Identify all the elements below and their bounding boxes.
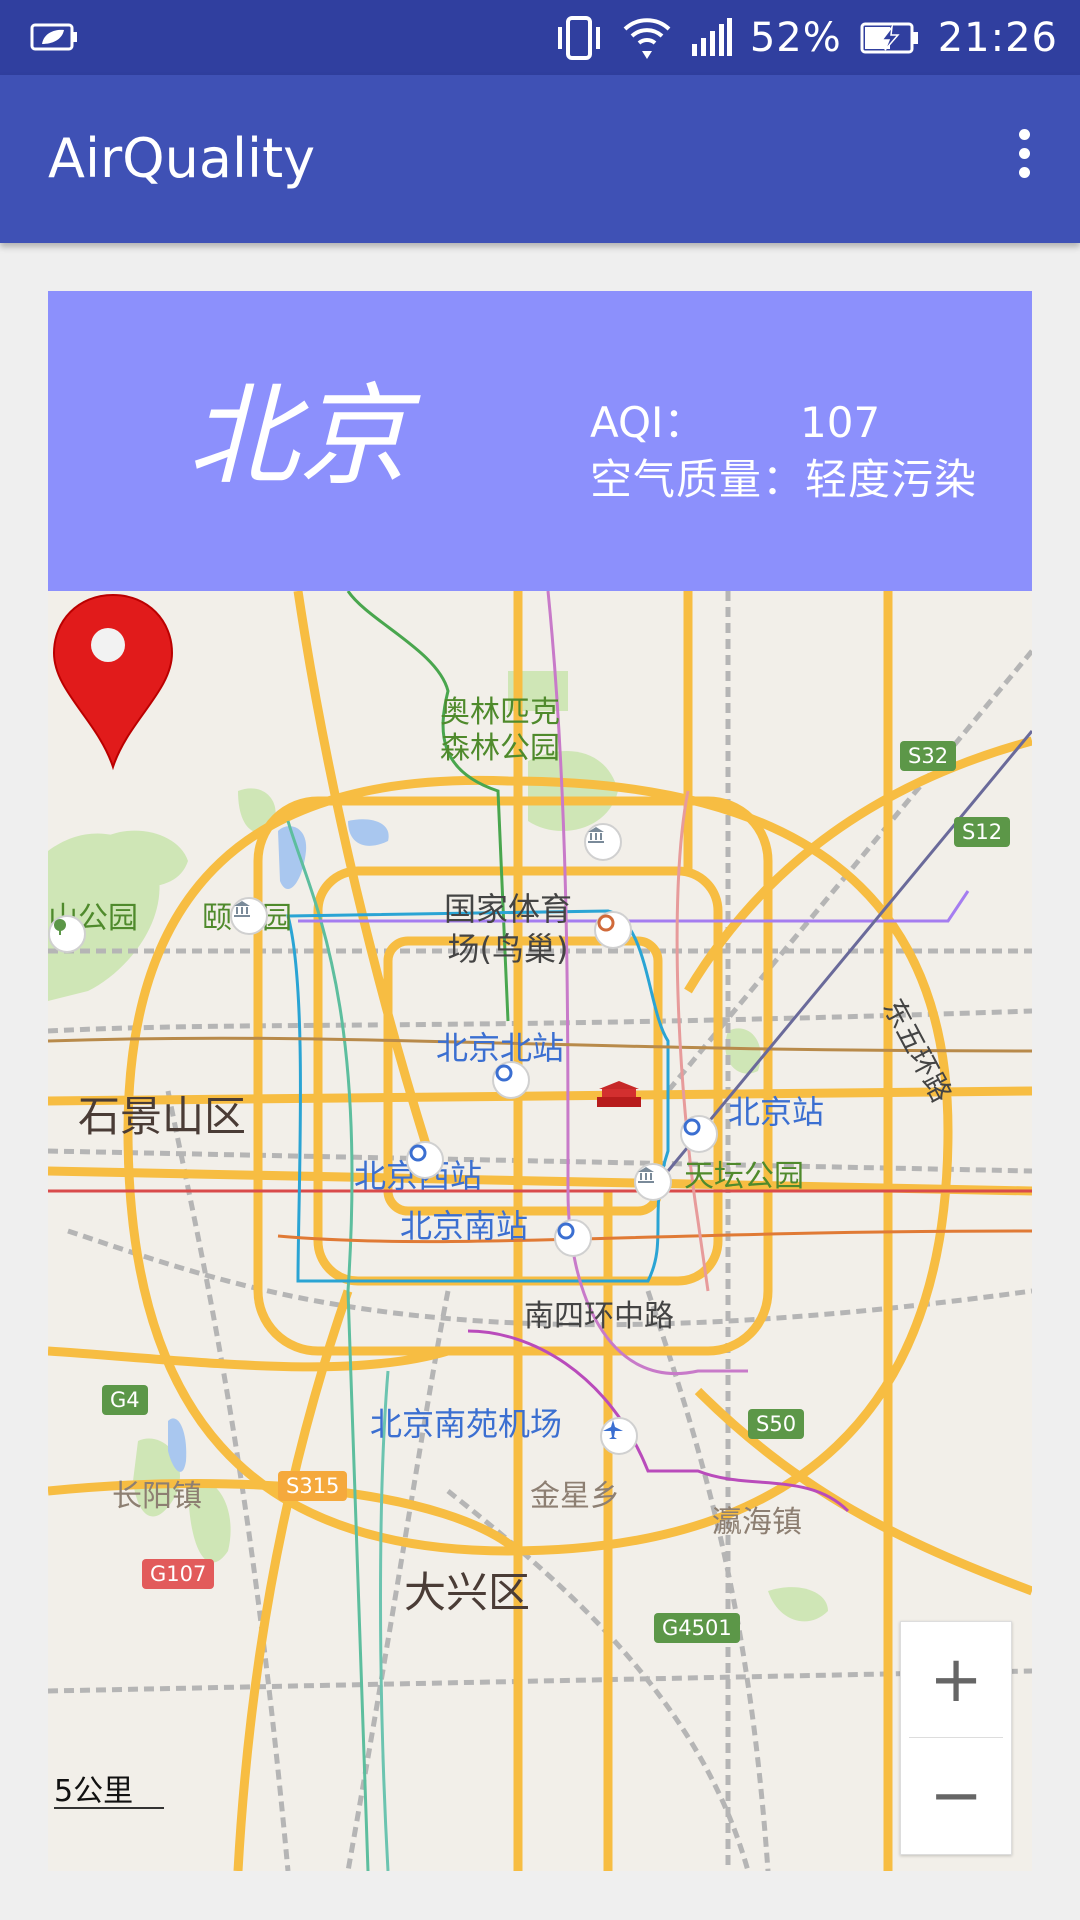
aqi-label: AQI： <box>590 398 706 447</box>
map-label-jinxing: 金星乡 <box>530 1479 620 1514</box>
shield-s32: S32 <box>900 741 957 771</box>
status-bar: 52% 21:26 <box>0 0 1080 75</box>
train-station-icon[interactable] <box>554 1219 592 1257</box>
app-title: AirQuality <box>48 127 316 190</box>
map-scale: 5公里 <box>54 1774 134 1809</box>
map-view[interactable]: 奥林匹克 森林公园 颐和园 山公园 国家体育 场(鸟巢) 北京北站 石景山区 北… <box>48 591 1032 1871</box>
train-station-icon[interactable] <box>680 1115 718 1153</box>
map-label-nansihuan: 南四环中路 <box>524 1299 674 1334</box>
map-label-beijing-station: 北京站 <box>728 1093 825 1131</box>
map-scale-bar <box>54 1807 164 1809</box>
map-label-beijing-south: 北京南站 <box>400 1207 529 1245</box>
train-station-icon[interactable] <box>406 1141 444 1179</box>
shield-g4: G4 <box>102 1385 148 1415</box>
airport-icon[interactable] <box>600 1417 638 1455</box>
map-label-olympic: 奥林匹克 森林公园 <box>440 695 560 766</box>
quality-value: 轻度污染 <box>805 455 978 504</box>
museum-icon[interactable] <box>634 1163 672 1201</box>
quality-label: 空气质量： <box>590 455 806 504</box>
battery-icon <box>860 22 918 53</box>
zoom-controls: + − <box>900 1621 1012 1855</box>
vibrate-icon <box>557 15 600 60</box>
map-label-daxing: 大兴区 <box>404 1568 531 1617</box>
shield-s315: S315 <box>278 1471 348 1501</box>
map-label-tiantan: 天坛公园 <box>684 1159 804 1194</box>
more-vert-icon[interactable] <box>1004 129 1044 189</box>
zoom-out-button[interactable]: − <box>901 1738 1011 1853</box>
map-label-nanyuan: 北京南苑机场 <box>370 1405 563 1443</box>
map-label-yinghai: 瀛海镇 <box>712 1505 802 1540</box>
train-station-icon[interactable] <box>492 1061 530 1099</box>
zoom-in-button[interactable]: + <box>901 1622 1011 1737</box>
tiananmen-icon <box>597 1081 641 1107</box>
stadium-icon[interactable] <box>594 911 632 949</box>
park-icon[interactable] <box>48 915 86 953</box>
battery-percent: 52% <box>749 14 842 61</box>
museum-icon[interactable] <box>584 823 622 861</box>
signal-icon <box>691 17 732 56</box>
shield-g107: G107 <box>142 1559 215 1589</box>
app-bar: AirQuality <box>0 75 1080 243</box>
map-label-shijingshan: 石景山区 <box>78 1092 247 1141</box>
aqi-value: 107 <box>800 398 881 447</box>
map-roads <box>48 591 1032 1871</box>
leaf-battery-icon <box>30 23 77 51</box>
shield-s12: S12 <box>954 817 1011 847</box>
museum-icon[interactable] <box>230 897 268 935</box>
city-name: 北京 <box>188 372 408 500</box>
shield-s50: S50 <box>748 1409 805 1439</box>
aqi-card: 北京 AQI： 107 空气质量：轻度污染 <box>48 291 1032 591</box>
shield-g4501: G4501 <box>654 1613 740 1643</box>
wifi-icon <box>623 17 671 59</box>
map-label-changyang: 长阳镇 <box>112 1479 202 1514</box>
aqi-row: AQI： 107 <box>590 389 880 450</box>
location-pin-icon[interactable] <box>48 591 178 771</box>
quality-row: 空气质量：轻度污染 <box>590 446 977 507</box>
map-label-birdnest: 国家体育 场(鸟巢) <box>444 890 573 968</box>
clock: 21:26 <box>937 14 1058 61</box>
